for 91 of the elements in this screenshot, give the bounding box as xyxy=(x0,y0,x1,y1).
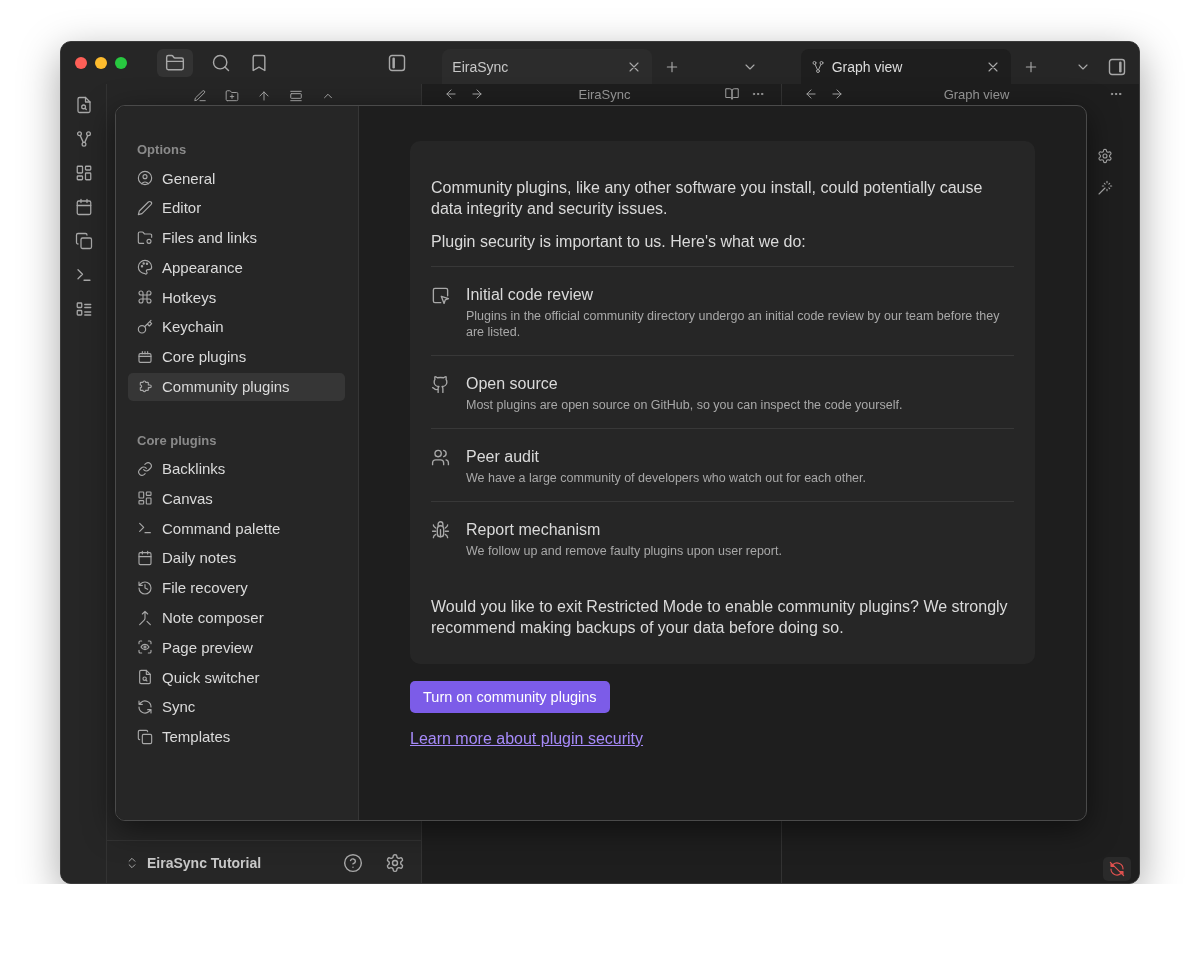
vault-name[interactable]: EiraSync Tutorial xyxy=(147,855,335,871)
feature-description: Most plugins are open source on GitHub, so you can inspect the code yourself. xyxy=(466,397,903,413)
settings-nav-item[interactable]: Note composer xyxy=(128,603,345,632)
sync-status-button[interactable] xyxy=(1103,857,1131,881)
folder-icon xyxy=(165,53,185,73)
folder-icon xyxy=(137,229,153,246)
section-heading: Core plugins xyxy=(136,431,218,450)
new-note-icon[interactable] xyxy=(193,89,207,103)
reading-view-icon[interactable] xyxy=(725,87,739,101)
notice-text: Would you like to exit Restricted Mode to enable community plugins? We strongly recommend making backups of your data before doing so. xyxy=(431,597,1009,638)
settings-nav-item[interactable]: Daily notes xyxy=(128,543,345,572)
settings-nav-item[interactable]: Community plugins xyxy=(128,372,345,401)
feature-title: Peer audit xyxy=(466,447,540,467)
feature-title: Open source xyxy=(466,374,559,394)
feature-description: We have a large community of developers who watch out for each other. xyxy=(466,470,866,486)
github-icon xyxy=(431,375,450,394)
back-arrow-icon[interactable] xyxy=(804,87,818,101)
notice-text: Community plugins, like any other software you install, could potentially cause data integrity and security issues. xyxy=(431,178,984,219)
settings-nav-item[interactable]: Quick switcher xyxy=(128,663,345,692)
settings-nav-item[interactable]: File recovery xyxy=(128,573,345,602)
history-icon xyxy=(137,579,153,596)
copy-icon xyxy=(137,728,153,745)
users-icon xyxy=(431,448,450,467)
tab[interactable]: EiraSync xyxy=(442,49,653,84)
turn-on-plugins-button[interactable]: Turn on community plugins xyxy=(410,681,610,713)
tab[interactable]: Graph view xyxy=(800,49,1011,84)
notice-text: Plugin security is important to us. Here's what we do: xyxy=(431,232,807,252)
bookmark-icon[interactable] xyxy=(249,53,269,73)
learn-more-link[interactable]: Learn more about plugin security xyxy=(410,730,644,748)
bug-icon xyxy=(431,521,450,540)
new-folder-icon[interactable] xyxy=(225,89,239,103)
minimize-window-button[interactable] xyxy=(95,57,107,69)
feature-description: Plugins in the official community directory undergo an initial code review by our team before they are listed. xyxy=(466,308,1001,340)
sidebar-toggle-icon[interactable] xyxy=(387,53,408,73)
settings-nav-item[interactable]: Canvas xyxy=(128,484,345,513)
settings-nav-item[interactable]: Sync xyxy=(128,692,345,721)
box-icon xyxy=(137,348,153,365)
settings-icon[interactable] xyxy=(1097,148,1113,164)
graph-icon[interactable] xyxy=(74,130,93,148)
palette-icon xyxy=(137,259,153,276)
settings-nav-item[interactable]: Templates xyxy=(128,722,345,751)
key-icon xyxy=(137,319,153,335)
user-circle-icon xyxy=(137,170,153,186)
help-icon[interactable] xyxy=(343,853,363,873)
pane-title: EiraSync xyxy=(577,86,632,102)
graph-icon xyxy=(810,59,825,74)
file-explorer-button[interactable] xyxy=(157,49,193,77)
feature-title: Report mechanism xyxy=(466,520,602,540)
settings-icon[interactable] xyxy=(385,853,405,873)
command-key-icon xyxy=(137,289,153,306)
feature-description: We follow up and remove faulty plugins upon user report. xyxy=(466,543,782,559)
zoom-window-button[interactable] xyxy=(115,57,127,69)
grid-icon xyxy=(137,490,153,507)
settings-nav-item[interactable]: Backlinks xyxy=(128,454,345,483)
sync-off-icon xyxy=(1109,861,1125,877)
settings-nav-item[interactable]: Files and links xyxy=(128,223,345,252)
calendar-icon[interactable] xyxy=(74,198,93,216)
sidebar-toggle-icon[interactable] xyxy=(1106,56,1127,77)
settings-nav-item[interactable]: Page preview xyxy=(128,633,345,662)
link-icon xyxy=(137,460,153,477)
file-search-icon[interactable] xyxy=(74,96,93,114)
close-window-button[interactable] xyxy=(75,57,87,69)
calendar-icon xyxy=(137,549,153,566)
section-heading: Options xyxy=(136,141,188,159)
copy-icon[interactable] xyxy=(74,232,93,250)
settings-nav-item[interactable]: Keychain xyxy=(128,313,345,341)
puzzle-icon xyxy=(137,378,153,395)
collapse-icon[interactable] xyxy=(289,89,303,103)
search-icon[interactable] xyxy=(211,53,231,73)
cursor-square-icon xyxy=(431,286,450,305)
settings-nav-item[interactable]: General xyxy=(128,164,345,192)
settings-nav-item[interactable]: Hotkeys xyxy=(128,283,345,312)
terminal-icon[interactable] xyxy=(74,266,93,284)
back-arrow-icon[interactable] xyxy=(444,87,458,101)
grid-icon[interactable] xyxy=(74,164,93,182)
settings-nav-item[interactable]: Editor xyxy=(128,193,345,222)
settings-nav-item[interactable]: Command palette xyxy=(128,514,345,543)
checklist-icon[interactable] xyxy=(74,300,93,318)
pane-title: Graph view xyxy=(942,86,1011,102)
feature-title: Initial code review xyxy=(466,285,595,305)
sync-icon xyxy=(137,698,153,715)
file-search-icon xyxy=(137,669,153,686)
merge-arrow-icon xyxy=(137,609,153,626)
sort-icon[interactable] xyxy=(257,89,271,103)
settings-nav-item[interactable]: Appearance xyxy=(128,253,345,282)
pencil-icon xyxy=(137,199,153,216)
forward-arrow-icon[interactable] xyxy=(470,87,484,101)
magic-wand-icon[interactable] xyxy=(1097,180,1113,196)
forward-arrow-icon[interactable] xyxy=(830,87,844,101)
eye-icon xyxy=(137,639,153,656)
settings-nav-item[interactable]: Core plugins xyxy=(128,342,345,371)
